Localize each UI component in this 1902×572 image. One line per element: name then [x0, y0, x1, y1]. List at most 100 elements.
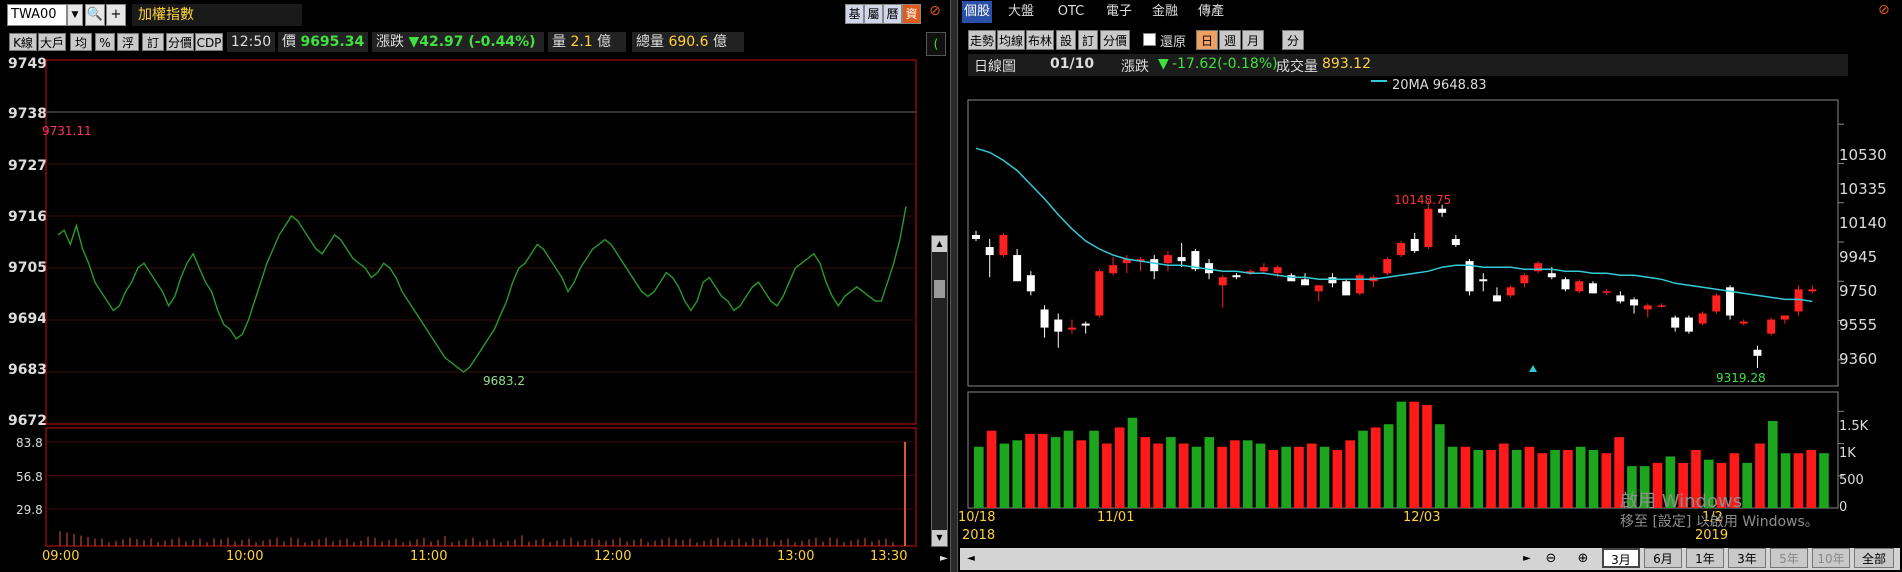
- volume-bar: [1050, 437, 1061, 508]
- volume-bar: [1153, 443, 1163, 508]
- candle-body: [1808, 289, 1817, 292]
- scroll-right-icon[interactable]: ►: [1518, 550, 1536, 568]
- scroll-left-icon[interactable]: ◄: [962, 550, 980, 568]
- zoom-out-icon[interactable]: ⊖: [1539, 550, 1563, 568]
- scroll-right-icon[interactable]: ►: [940, 553, 948, 564]
- range-6m[interactable]: 6月: [1644, 548, 1682, 568]
- y-tick: 10530: [1839, 146, 1887, 164]
- low-label: 9319.28: [1716, 371, 1766, 385]
- volume-bar: [1319, 446, 1330, 508]
- candle-body: [1602, 291, 1611, 293]
- volume-bar: [1306, 443, 1317, 508]
- volume-frame: [45, 427, 917, 547]
- scroll-down-icon[interactable]: ▼: [932, 530, 947, 546]
- zoom-in-icon[interactable]: ⊕: [1571, 550, 1595, 568]
- volume-bar: [1409, 401, 1420, 508]
- x-tick: 10/18: [958, 510, 996, 525]
- volume-bar: [1588, 450, 1599, 508]
- candle-body: [1547, 273, 1556, 278]
- candle-body: [1067, 327, 1076, 330]
- candle-body: [1575, 281, 1584, 292]
- vol-tick: 1K: [1839, 446, 1856, 461]
- candle-body: [1081, 323, 1090, 326]
- candle-body: [1397, 243, 1405, 256]
- side-tab[interactable]: (: [926, 32, 946, 56]
- volume-bar: [1537, 453, 1548, 508]
- candle-body: [1492, 295, 1501, 302]
- volume-bar: [974, 446, 984, 508]
- candle-body: [1684, 317, 1693, 332]
- candle-body: [1218, 277, 1227, 286]
- volume-bar: [1793, 453, 1804, 508]
- candle-body: [1054, 319, 1063, 332]
- daily-chart[interactable]: [958, 0, 1902, 572]
- candle-body: [1753, 349, 1762, 356]
- high-label: 10148.75: [1394, 193, 1452, 207]
- range-all[interactable]: 全部: [1854, 548, 1894, 568]
- low-label: 9683.2: [483, 374, 525, 388]
- candle-body: [1232, 275, 1241, 278]
- x-tick: 12/03: [1403, 510, 1441, 525]
- x-tick: 12:00: [594, 549, 632, 564]
- volume-bar: [1089, 430, 1099, 508]
- candle-body: [1588, 283, 1597, 294]
- signal-marker-icon: [1529, 365, 1537, 372]
- y-tick: 9360: [1839, 350, 1878, 368]
- candle-body: [1109, 265, 1118, 274]
- candle-body: [1671, 317, 1680, 328]
- candle-body: [1451, 238, 1460, 246]
- year-label: 2018: [962, 528, 996, 543]
- candle-body: [1150, 259, 1159, 272]
- scroll-thumb[interactable]: [934, 280, 945, 298]
- candle-body: [1657, 305, 1666, 307]
- volume-bar: [1511, 450, 1522, 508]
- volume-bar: [1383, 424, 1394, 508]
- y-tick: 10335: [1839, 180, 1887, 198]
- candle-body: [1767, 319, 1776, 334]
- volume-bar: [1499, 443, 1509, 508]
- volume-bar: [1755, 443, 1765, 508]
- candle-body: [985, 247, 994, 256]
- volume-bar: [1063, 430, 1074, 508]
- volume-bar: [1268, 450, 1279, 508]
- range-3y[interactable]: 3年: [1728, 548, 1766, 568]
- range-10y[interactable]: 10年: [1812, 548, 1850, 568]
- range-1y[interactable]: 1年: [1686, 548, 1724, 568]
- candle-body: [1643, 305, 1652, 310]
- candle-body: [1780, 315, 1789, 320]
- candle-body: [1534, 263, 1543, 272]
- volume-bar: [1127, 417, 1138, 508]
- volume-bar: [1345, 440, 1355, 508]
- candle-body: [1013, 255, 1022, 282]
- panel-divider[interactable]: [950, 0, 958, 572]
- daily-panel: 個股 大盤 OTC 電子 金融 傳產 ⊘ 走勢 均線 布林 設 訂 分價 還原 …: [958, 0, 1902, 572]
- candle-body: [1739, 321, 1748, 324]
- range-3m[interactable]: 3月: [1602, 548, 1640, 568]
- candle-body: [1561, 279, 1570, 290]
- volume-bar: [1780, 453, 1791, 508]
- intraday-chart[interactable]: [0, 0, 950, 572]
- volume-bar: [1255, 443, 1266, 508]
- range-5y[interactable]: 5年: [1770, 548, 1808, 568]
- volume-bar: [1550, 450, 1560, 508]
- scroll-up-icon[interactable]: ▲: [932, 236, 947, 252]
- volume-bar: [1230, 440, 1240, 508]
- high-label: 9731.11: [42, 124, 92, 138]
- scrollbar[interactable]: ▲ ▼: [931, 235, 948, 547]
- volume-bar: [1524, 446, 1535, 508]
- candle-body: [1301, 279, 1310, 286]
- y-tick: 10140: [1839, 214, 1887, 232]
- volume-bar: [1819, 453, 1829, 508]
- candle-body: [1040, 309, 1049, 328]
- candle-body: [1177, 257, 1186, 262]
- volume-bar: [1575, 446, 1586, 508]
- x-tick: 10:00: [226, 549, 264, 564]
- vol-tick: 500: [1839, 473, 1864, 488]
- candle-body: [1383, 259, 1392, 274]
- volume-bar: [1435, 424, 1445, 508]
- candle-body: [1095, 271, 1104, 316]
- volume-bar: [1242, 440, 1253, 508]
- volume-bar: [1447, 446, 1458, 508]
- volume-bar: [1473, 450, 1484, 508]
- volume-bar: [1076, 440, 1087, 508]
